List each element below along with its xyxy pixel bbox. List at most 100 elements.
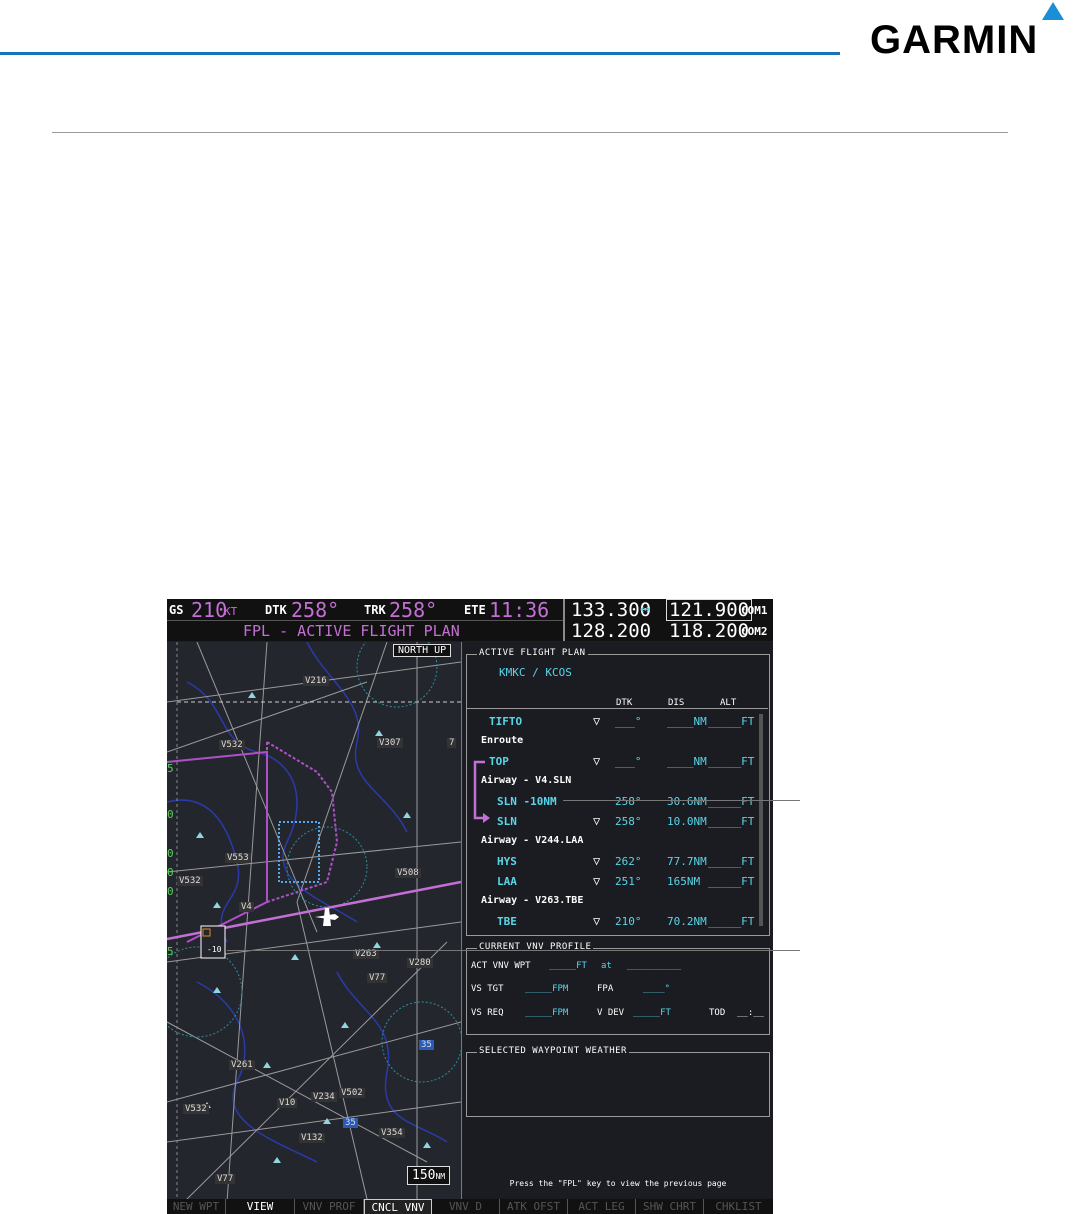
leg-symbol-icon: ▽ bbox=[593, 914, 601, 928]
flight-plan-waypoint[interactable]: LAA bbox=[497, 875, 517, 888]
map-edge-tick: 5 bbox=[167, 945, 174, 958]
airway-bracket-icon bbox=[473, 760, 490, 823]
softkey-shw-chrt[interactable]: SHW CHRT bbox=[636, 1199, 704, 1214]
flight-plan-section-header[interactable]: Enroute bbox=[481, 735, 523, 746]
map-airway-label: V10 bbox=[277, 1098, 298, 1108]
flight-plan-section-header[interactable]: Airway - V263.TBE bbox=[481, 895, 583, 906]
com2-standby[interactable]: 128.200 bbox=[571, 620, 651, 642]
flight-plan-waypoint[interactable]: TOP bbox=[489, 755, 509, 768]
softkey-view[interactable]: VIEW bbox=[226, 1199, 295, 1214]
map-marker-label: -10 bbox=[207, 945, 222, 954]
map-edge-tick: 0 bbox=[167, 885, 174, 898]
navigation-map[interactable]: -10 V216 V532 V307 V553 V508 V532 V280 V… bbox=[167, 642, 462, 1199]
softkey-chklist[interactable]: CHKLIST bbox=[704, 1199, 773, 1214]
col-dtk: DTK bbox=[616, 698, 633, 708]
flight-plan-alt: _____FT bbox=[708, 715, 755, 728]
vdev-value: _____FT bbox=[633, 1008, 671, 1018]
flight-plan-dis: ____NM bbox=[667, 755, 707, 768]
callout-line-waypoint bbox=[563, 800, 800, 801]
at-label: at bbox=[601, 961, 612, 971]
map-edge-tick: 0 bbox=[167, 808, 174, 821]
softkey-vnv-direct[interactable]: VNV D bbox=[432, 1199, 500, 1214]
vs-tgt-value: _____FPM bbox=[525, 984, 569, 994]
softkey-atk-ofst[interactable]: ATK OFST bbox=[500, 1199, 568, 1214]
map-airway-label: V354 bbox=[379, 1128, 405, 1138]
flight-plan-section-header[interactable]: Airway - V244.LAA bbox=[481, 835, 583, 846]
map-airway-label: V532 bbox=[177, 876, 203, 886]
flight-plan-panel: ACTIVE FLIGHT PLAN KMKC / KCOS DTK DIS A… bbox=[463, 642, 773, 1199]
map-airway-label: V280 bbox=[407, 958, 433, 968]
header-rule bbox=[0, 52, 840, 55]
flight-plan-dis: 70.2NM bbox=[667, 915, 707, 928]
page-title: FPL - ACTIVE FLIGHT PLAN bbox=[243, 622, 460, 640]
flight-plan-dtk: 258° bbox=[615, 795, 642, 808]
at-value: __________ bbox=[627, 961, 682, 971]
route-name[interactable]: KMKC / KCOS bbox=[499, 666, 572, 679]
scrollbar[interactable] bbox=[759, 714, 763, 926]
map-airway-label: V4 bbox=[239, 902, 254, 912]
act-vnv-wpt-label: ACT VNV WPT bbox=[471, 961, 531, 971]
flight-plan-alt: _____FT bbox=[708, 795, 755, 808]
leg-symbol-icon: ▽ bbox=[593, 854, 601, 868]
map-airway-label: V132 bbox=[299, 1133, 325, 1143]
dtk-value: 258° bbox=[291, 599, 340, 622]
map-airway-label: V261 bbox=[229, 1060, 255, 1070]
map-edge-tick: 0 bbox=[167, 866, 174, 879]
map-airway-label: V532 bbox=[219, 740, 245, 750]
map-airway-label: V307 bbox=[377, 738, 403, 748]
header-bar: GS 210 KT DTK 258° TRK 258° ETE 11:36 FP… bbox=[167, 599, 773, 642]
callout-line-map-marker bbox=[227, 950, 800, 951]
gs-value: 210 bbox=[191, 599, 228, 622]
flight-plan-section-header[interactable]: Airway - V4.SLN bbox=[481, 775, 571, 786]
swap-icon[interactable]: ↔ bbox=[640, 599, 650, 619]
highway-shield: 35 bbox=[419, 1040, 434, 1050]
fpa-value: ____° bbox=[643, 984, 671, 994]
flight-plan-dtk: 262° bbox=[615, 855, 642, 868]
ete-label: ETE bbox=[464, 603, 486, 617]
ete-value: 11:36 bbox=[489, 599, 550, 622]
com1-active[interactable]: 121.900 bbox=[666, 599, 753, 621]
flight-plan-waypoint[interactable]: SLN -10NM bbox=[497, 795, 557, 808]
col-alt: ALT bbox=[720, 698, 737, 708]
softkey-act-leg[interactable]: ACT LEG bbox=[568, 1199, 636, 1214]
flight-plan-alt: _____FT bbox=[708, 815, 755, 828]
flight-plan-alt: _____FT bbox=[708, 915, 755, 928]
map-airway-label: V216 bbox=[303, 676, 329, 686]
map-airway-label: V234 bbox=[311, 1092, 337, 1102]
map-airway-label: V532 bbox=[183, 1104, 209, 1114]
garmin-logo: GARMIN bbox=[870, 18, 1039, 62]
flight-plan-waypoint[interactable]: HYS bbox=[497, 855, 517, 868]
map-orientation[interactable]: NORTH UP bbox=[393, 644, 452, 657]
map-airway-label: V77 bbox=[215, 1174, 236, 1184]
flight-plan-dis: 165NM bbox=[667, 875, 701, 888]
active-flight-plan-title: ACTIVE FLIGHT PLAN bbox=[477, 648, 588, 658]
leg-symbol-icon: ▽ bbox=[593, 714, 601, 728]
flight-plan-dis: 10.0NM bbox=[667, 815, 707, 828]
flight-plan-waypoint[interactable]: TBE bbox=[497, 915, 517, 928]
flight-plan-dtk: ___° bbox=[615, 715, 642, 728]
tod-label: TOD bbox=[709, 1008, 726, 1018]
com2-active[interactable]: 118.200 bbox=[669, 620, 749, 642]
flight-plan-dis: 30.6NM bbox=[667, 795, 707, 808]
col-dis: DIS bbox=[668, 698, 685, 708]
vs-req-value: _____FPM bbox=[525, 1008, 569, 1018]
leg-symbol-icon: ▽ bbox=[593, 814, 601, 828]
map-range[interactable]: 150NM bbox=[407, 1166, 451, 1185]
vs-req-label: VS REQ bbox=[471, 1008, 504, 1018]
flight-plan-waypoint[interactable]: TIFTO bbox=[489, 715, 522, 728]
map-edge-tick: 5 bbox=[167, 762, 174, 775]
vdev-label: V DEV bbox=[597, 1008, 625, 1018]
flight-plan-alt: _____FT bbox=[708, 855, 755, 868]
softkey-new-wpt[interactable]: NEW WPT bbox=[167, 1199, 226, 1214]
trk-value: 258° bbox=[389, 599, 438, 622]
softkey-vnv-prof[interactable]: VNV PROF bbox=[295, 1199, 364, 1214]
softkey-cncl-vnv[interactable]: CNCL VNV bbox=[364, 1199, 432, 1214]
footer-message: Press the "FPL" key to view the previous… bbox=[509, 1179, 727, 1188]
com2-label: COM2 bbox=[741, 625, 768, 638]
leg-symbol-icon: ▽ bbox=[593, 874, 601, 888]
waypoint-weather-title: SELECTED WAYPOINT WEATHER bbox=[477, 1046, 629, 1056]
gs-unit: KT bbox=[224, 605, 238, 618]
map-airway-label: V553 bbox=[225, 853, 251, 863]
map-edge-tick: 0 bbox=[167, 847, 174, 860]
flight-plan-waypoint[interactable]: SLN bbox=[497, 815, 517, 828]
